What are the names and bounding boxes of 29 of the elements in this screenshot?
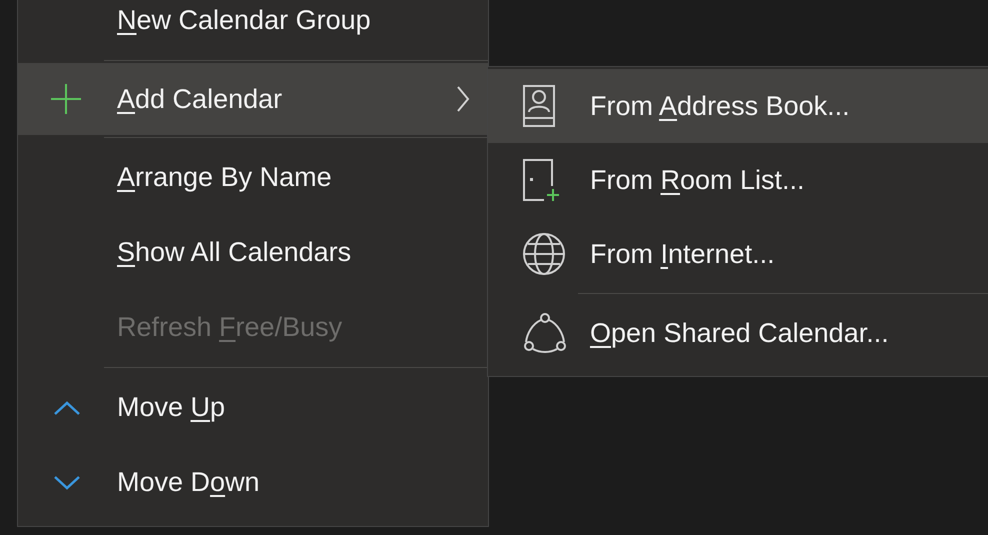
menu-item-label: Add Calendar (117, 84, 282, 114)
share-circles-icon (522, 312, 568, 354)
menu-item[interactable]: From Room List... (488, 143, 988, 217)
address-book-icon (522, 84, 556, 128)
menu-item[interactable]: New Calendar Group (18, 0, 488, 58)
door-add-icon (522, 158, 562, 202)
menu-item-label: From Internet... (590, 238, 775, 270)
menu-item[interactable]: Arrange By Name (18, 140, 488, 215)
chevron-down-icon (54, 476, 80, 490)
menu-item-label: Refresh Free/Busy (117, 312, 342, 343)
submenu-item[interactable]: Add Calendar (18, 63, 488, 135)
menu-item[interactable]: From Internet... (488, 217, 988, 291)
menu-item-label: New Calendar Group (117, 5, 371, 36)
menu-item-label: Show All Calendars (117, 237, 352, 268)
menu-item[interactable]: Move Down (18, 445, 488, 520)
menu-item-label: Open Shared Calendar... (590, 318, 889, 348)
menu-item-label: From Address Book... (590, 90, 850, 122)
menu-item-label: Move Down (117, 467, 260, 498)
globe-icon (522, 232, 566, 276)
menu-item-label: Arrange By Name (117, 162, 332, 193)
chevron-right-icon (456, 86, 470, 112)
chevron-up-icon (54, 400, 80, 414)
menu-item[interactable]: Show All Calendars (18, 215, 488, 290)
plus-icon (49, 82, 83, 116)
menu-item-label: Move Up (117, 392, 226, 423)
menu-item[interactable]: From Address Book... (488, 69, 988, 143)
menu-item-label: From Room List... (590, 164, 805, 196)
menu-item[interactable]: Open Shared Calendar... (488, 296, 988, 370)
menu-item[interactable]: Move Up (18, 370, 488, 445)
